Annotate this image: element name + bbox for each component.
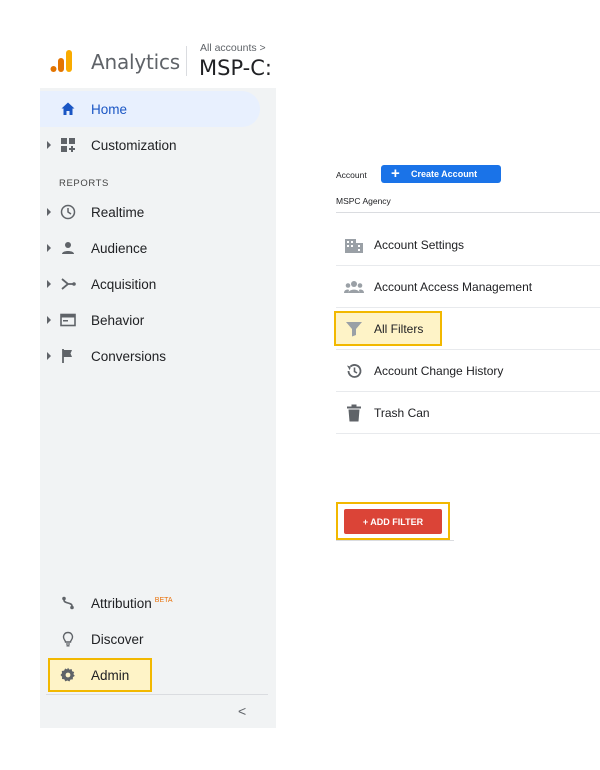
flag-icon (60, 348, 76, 364)
attribution-path-icon (60, 595, 76, 611)
lightbulb-icon (60, 631, 76, 647)
menu-item-label: Trash Can (374, 406, 430, 420)
sidebar-item-acquisition[interactable]: Acquisition (40, 266, 276, 302)
sidebar-item-label: Customization (91, 137, 177, 153)
building-icon (344, 236, 364, 254)
sidebar-item-customization[interactable]: Customization (40, 127, 276, 163)
sidebar-divider (46, 694, 268, 695)
attribution-label: Attribution (91, 595, 152, 611)
sidebar-item-realtime[interactable]: Realtime (40, 194, 276, 230)
property-selector[interactable]: MSP-C: I (199, 56, 276, 80)
sidebar-item-discover[interactable]: Discover (40, 621, 276, 657)
menu-item-label: Account Settings (374, 238, 465, 252)
beta-badge: BETA (154, 597, 173, 604)
funnel-icon (344, 320, 364, 338)
sidebar-item-conversions[interactable]: Conversions (40, 338, 276, 374)
expand-arrow-icon (47, 352, 51, 360)
menu-item-label: Account Change History (374, 364, 504, 378)
gear-icon (60, 667, 76, 683)
dashboard-grid-icon (60, 137, 76, 153)
sidebar-item-attribution[interactable]: Attribution BETA (40, 585, 276, 621)
sidebar-item-audience[interactable]: Audience (40, 230, 276, 266)
breadcrumb[interactable]: All accounts > (200, 42, 266, 54)
account-access-management-link[interactable]: Account Access Management (336, 266, 600, 308)
history-icon (344, 362, 364, 380)
analytics-logo-icon[interactable] (50, 48, 76, 74)
sidebar-item-behavior[interactable]: Behavior (40, 302, 276, 338)
expand-arrow-icon (47, 141, 51, 149)
account-column-label: Account (336, 170, 367, 180)
home-icon (60, 101, 76, 117)
create-account-button[interactable]: + Create Account (381, 165, 501, 183)
clock-icon (60, 204, 76, 220)
all-filters-link[interactable]: All Filters (334, 311, 442, 346)
add-filter-highlight: + ADD FILTER (336, 502, 450, 540)
acquisition-icon (60, 276, 76, 292)
menu-item-label: Account Access Management (374, 280, 533, 294)
expand-arrow-icon (47, 244, 51, 252)
create-account-label: Create Account (411, 169, 478, 179)
sidebar-item-home[interactable]: Home (40, 91, 260, 127)
sidebar-item-label: Attribution BETA (91, 596, 173, 611)
header-divider (186, 46, 187, 76)
sidebar-item-label: Conversions (91, 348, 167, 364)
menu-item-label: All Filters (374, 322, 424, 336)
sidebar-item-label: Audience (91, 240, 148, 256)
account-settings-link[interactable]: Account Settings (336, 224, 600, 266)
sidebar-item-admin[interactable]: Admin (48, 658, 152, 692)
sidebar-item-label: Discover (91, 631, 144, 647)
sidebar-item-label: Home (91, 101, 128, 117)
sidebar-item-label: Admin (91, 667, 130, 683)
expand-arrow-icon (47, 208, 51, 216)
sidebar: Home Customization REPORTS Realtime Audi… (40, 88, 276, 728)
trash-can-link[interactable]: Trash Can (336, 392, 600, 434)
people-icon (344, 278, 364, 296)
expand-arrow-icon (47, 280, 51, 288)
app-title: Analytics (91, 50, 181, 74)
plus-icon: + (391, 165, 400, 182)
browser-window-icon (60, 312, 76, 328)
person-icon (60, 240, 76, 256)
account-change-history-link[interactable]: Account Change History (336, 350, 600, 392)
account-divider (336, 212, 600, 213)
trash-icon (344, 404, 364, 422)
account-selector[interactable]: MSPC Agency (336, 196, 391, 206)
add-filter-button[interactable]: + ADD FILTER (344, 509, 442, 534)
collapse-sidebar-button[interactable]: < (238, 703, 250, 719)
sidebar-item-label: Realtime (91, 204, 145, 220)
sidebar-item-label: Behavior (91, 312, 145, 328)
expand-arrow-icon (47, 316, 51, 324)
add-filter-divider (336, 540, 454, 541)
reports-section-label: REPORTS (59, 178, 109, 189)
sidebar-item-label: Acquisition (91, 276, 157, 292)
